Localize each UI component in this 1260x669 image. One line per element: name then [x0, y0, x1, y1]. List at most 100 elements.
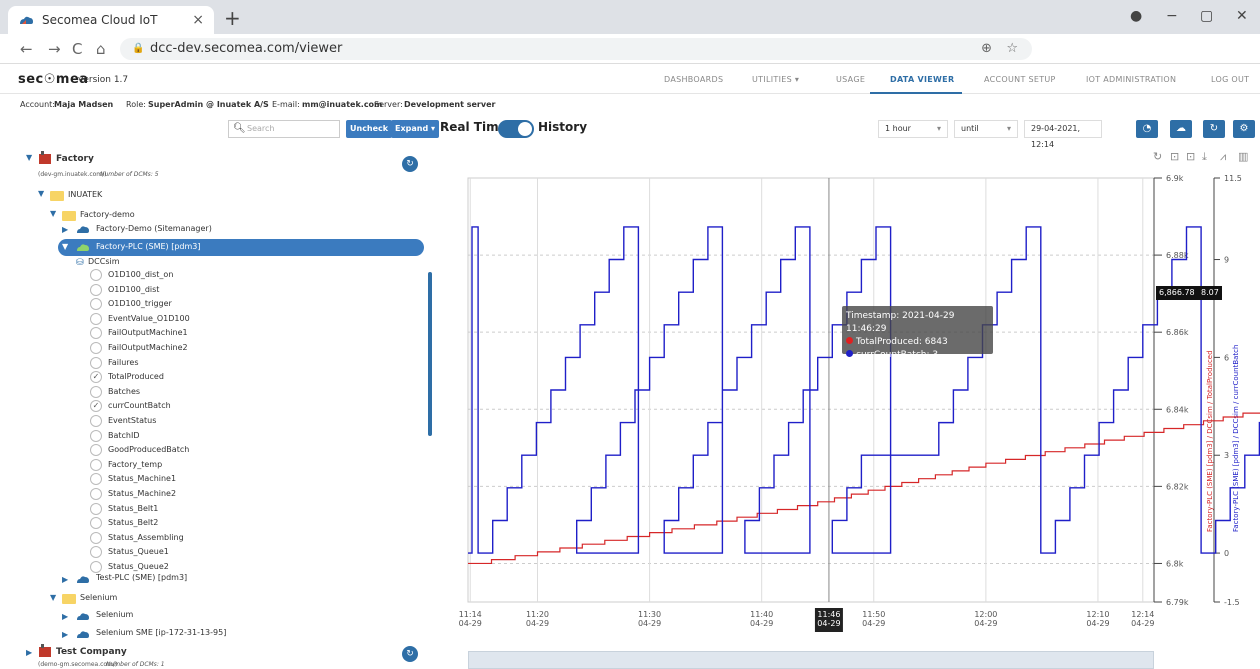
signal-item[interactable]: Status_Belt2	[108, 516, 158, 530]
signal-checkbox[interactable]	[90, 283, 102, 296]
expand-triangle-icon[interactable]: ▼	[62, 242, 68, 251]
signal-item[interactable]: Status_Assembling	[108, 531, 184, 545]
collapse-triangle-icon[interactable]: ▶	[62, 575, 68, 584]
url-field[interactable]: 🔒 dcc-dev.secomea.com/viewer ⊕ ☆	[120, 38, 1032, 60]
nav-account-setup[interactable]: ACCOUNT SETUP	[984, 75, 1056, 84]
signal-item[interactable]: BatchID	[108, 429, 140, 443]
range-select[interactable]: 1 hour ▾	[878, 120, 948, 138]
signal-item[interactable]: FailOutputMachine2	[108, 341, 188, 355]
tree-factory-demo-sitemanager[interactable]: Factory-Demo (Sitemanager)	[96, 222, 212, 236]
signal-item[interactable]: GoodProducedBatch	[108, 443, 189, 457]
zoom-icon[interactable]: ⊡	[1170, 150, 1179, 163]
signal-item[interactable]: Factory_temp	[108, 458, 162, 472]
minimize-button[interactable]: −	[1166, 8, 1178, 24]
nav-iot-administration[interactable]: IOT ADMINISTRATION	[1086, 75, 1176, 84]
factory-refresh-icon[interactable]: ↻	[402, 156, 418, 172]
nav-utilities[interactable]: UTILITIES ▾	[752, 75, 799, 84]
chart-navigator[interactable]	[468, 651, 1154, 669]
nav-dashboards[interactable]: DASHBOARDS	[664, 75, 723, 84]
signal-item[interactable]: currCountBatch	[108, 399, 171, 413]
signal-item[interactable]: EventStatus	[108, 414, 156, 428]
line-chart-icon[interactable]: ⩘	[1220, 150, 1226, 164]
signal-checkbox[interactable]	[90, 298, 102, 311]
collapse-triangle-icon[interactable]: ▶	[62, 612, 68, 621]
settings-gear-icon[interactable]: ⚙	[1233, 120, 1255, 138]
tree-factory-demo[interactable]: Factory-demo	[80, 208, 135, 222]
maximize-button[interactable]: ▢	[1200, 8, 1213, 24]
signal-item[interactable]: Status_Queue1	[108, 545, 169, 559]
nav-data-viewer[interactable]: DATA VIEWER	[890, 75, 954, 84]
expand-triangle-icon[interactable]: ▼	[50, 593, 56, 602]
signal-item[interactable]: Status_Machine2	[108, 487, 176, 501]
cloud-download-icon[interactable]: ☁	[1170, 120, 1192, 138]
uncheck-button[interactable]: Uncheck	[346, 120, 393, 138]
signal-checkbox[interactable]	[90, 415, 102, 427]
tree-test-plc[interactable]: Test-PLC (SME) [pdm3]	[96, 571, 187, 585]
signal-checkbox[interactable]	[90, 429, 102, 442]
signal-checkbox[interactable]	[90, 458, 102, 471]
until-select[interactable]: until ▾	[954, 120, 1018, 138]
signal-item[interactable]: Batches	[108, 385, 140, 399]
signal-checkbox[interactable]	[90, 517, 102, 530]
pan-icon[interactable]: ⊡	[1186, 150, 1195, 163]
nav-log-out[interactable]: LOG OUT	[1211, 75, 1249, 84]
signal-checkbox[interactable]	[90, 444, 102, 457]
test-company-refresh-icon[interactable]: ↻	[402, 646, 418, 662]
bar-chart-icon[interactable]: ▥	[1238, 150, 1248, 163]
home-icon[interactable]: ⌂	[96, 40, 106, 58]
signal-checkbox[interactable]	[90, 327, 102, 340]
tree-factory-plc[interactable]: Factory-PLC (SME) [pdm3]	[96, 240, 200, 254]
signal-checkbox[interactable]	[90, 385, 102, 398]
download-icon[interactable]: ⤓	[1202, 150, 1207, 164]
signal-item[interactable]: Failures	[108, 356, 139, 370]
tree-scrollbar[interactable]	[428, 272, 432, 436]
browser-tab[interactable]: Secomea Cloud IoT ×	[8, 6, 214, 34]
clock-icon[interactable]: ◔	[1136, 120, 1158, 138]
signal-item[interactable]: EventValue_O1D100	[108, 312, 190, 326]
signal-item[interactable]: FailOutputMachine1	[108, 326, 188, 340]
tree-selenium-folder[interactable]: Selenium	[80, 591, 117, 605]
tree-dccsim[interactable]: DCCsim	[88, 255, 120, 269]
tree-search-input[interactable]: 🔍︎ Search	[228, 120, 340, 138]
signal-item[interactable]: O1D100_trigger	[108, 297, 172, 311]
signal-checkbox[interactable]	[90, 473, 102, 486]
signal-checkbox[interactable]	[90, 312, 102, 325]
refresh-icon[interactable]: ↻	[1203, 120, 1225, 138]
tree-selenium[interactable]: Selenium	[96, 608, 133, 622]
forward-icon[interactable]: →	[48, 40, 61, 58]
tab-close-icon[interactable]: ×	[192, 12, 204, 28]
signal-checkbox[interactable]: ✓	[90, 400, 102, 413]
signal-checkbox[interactable]: ✓	[90, 371, 102, 384]
reload-icon[interactable]: C	[72, 40, 82, 58]
tree-selenium-sme[interactable]: Selenium SME [ip-172-31-13-95]	[96, 626, 226, 640]
reset-zoom-icon[interactable]: ↻	[1153, 150, 1162, 163]
signal-checkbox[interactable]	[90, 531, 102, 544]
collapse-triangle-icon[interactable]: ▶	[62, 630, 68, 639]
expand-triangle-icon[interactable]: ▼	[50, 209, 56, 218]
tree-inuatek[interactable]: INUATEK	[68, 188, 102, 202]
collapse-triangle-icon[interactable]: ▶	[62, 225, 68, 234]
signal-checkbox[interactable]	[90, 269, 102, 281]
signal-item[interactable]: Status_Machine1	[108, 472, 176, 486]
signal-checkbox[interactable]	[90, 502, 102, 515]
tree-factory[interactable]: Factory	[56, 152, 94, 166]
signal-item[interactable]: O1D100_dist_on	[108, 268, 173, 282]
collapse-triangle-icon[interactable]: ▶	[26, 648, 32, 657]
back-icon[interactable]: ←	[20, 40, 33, 58]
signal-checkbox[interactable]	[90, 488, 102, 500]
realtime-history-toggle[interactable]	[498, 120, 534, 138]
signal-item[interactable]: Status_Belt1	[108, 502, 158, 516]
nav-usage[interactable]: USAGE	[836, 75, 865, 84]
signal-item[interactable]: TotalProduced	[108, 370, 164, 384]
profile-icon[interactable]: ●	[1130, 8, 1142, 24]
zoom-icon[interactable]: ⊕	[981, 38, 992, 60]
chart-area[interactable]: 6.9k 6.88k 6.86k 6.84k 6.82k 6.8k 6.79k 11.5 9 6 3…	[440, 170, 1260, 669]
expand-triangle-icon[interactable]: ▼	[26, 153, 32, 162]
close-window-button[interactable]: ✕	[1236, 8, 1248, 24]
signal-checkbox[interactable]	[90, 546, 102, 559]
new-tab-button[interactable]: +	[224, 6, 241, 30]
bookmark-star-icon[interactable]: ☆	[1006, 38, 1018, 60]
expand-triangle-icon[interactable]: ▼	[38, 189, 44, 198]
tree-test-company[interactable]: Test Company	[56, 645, 127, 659]
signal-checkbox[interactable]	[90, 342, 102, 354]
